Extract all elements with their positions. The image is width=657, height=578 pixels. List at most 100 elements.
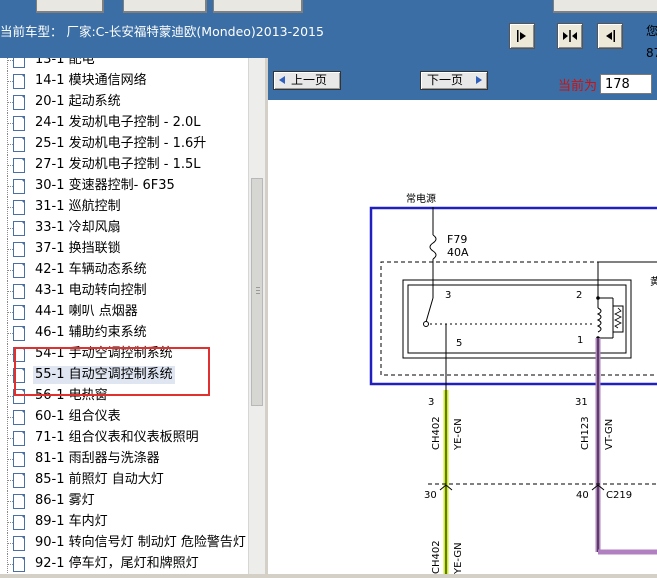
pin-1-label: 1 — [577, 335, 583, 346]
wire-left-code-2: CH402 — [431, 540, 442, 574]
document-icon — [13, 347, 25, 362]
tree-item[interactable]: 13-1 配电 — [0, 58, 248, 71]
document-icon — [13, 95, 25, 110]
tree-item-label: 85-1 前照灯 自动大灯 — [35, 472, 164, 487]
relay-box-inner — [407, 284, 627, 354]
tree-item[interactable]: 31-1 巡航控制 — [0, 197, 248, 218]
tree-item-label: 24-1 发动机电子控制 - 2.0L — [35, 115, 201, 130]
tree-item-label: 33-1 冷却风扇 — [35, 220, 121, 235]
arrow-left-icon — [606, 30, 615, 42]
tree-item-label: 71-1 组合仪表和仪表板照明 — [35, 430, 199, 445]
tree-item-label: 43-1 电动转向控制 — [35, 283, 147, 298]
prev-page-button[interactable]: 上一页 — [273, 71, 341, 90]
connector-right-pin: 40 — [576, 490, 589, 501]
wire-left-color: YE-GN — [453, 418, 464, 451]
tree-item-label: 27-1 发动机电子控制 - 1.5L — [35, 157, 201, 172]
document-icon — [13, 242, 25, 257]
tree-item[interactable]: 25-1 发动机电子控制 - 1.6升 — [0, 134, 248, 155]
document-icon — [13, 58, 25, 68]
document-icon — [13, 431, 25, 446]
tree-item[interactable]: 55-1 自动空调控制系统 — [0, 365, 248, 386]
tree-item[interactable]: 92-1 停车灯，尾灯和牌照灯 — [0, 554, 248, 574]
tree-item[interactable]: 14-1 模块通信网络 — [0, 71, 248, 92]
tree-item[interactable]: 85-1 前照灯 自动大灯 — [0, 470, 248, 491]
split-arrows-icon — [563, 30, 577, 42]
diagram-edge-char: 黄 — [650, 275, 657, 288]
tree-item[interactable]: 20-1 起动系统 — [0, 92, 248, 113]
document-icon — [13, 263, 25, 278]
current-page-input[interactable] — [600, 74, 652, 94]
tree-item-label: 54-1 手动空调控制系统 — [35, 346, 173, 361]
document-icon — [13, 221, 25, 236]
tree-item-label: 56-1 电热窗 — [35, 388, 108, 403]
tree-item[interactable]: 37-1 换挡联锁 — [0, 239, 248, 260]
wire-left-top-pin: 3 — [428, 397, 434, 408]
tree-item-label: 30-1 变速器控制- 6F35 — [35, 178, 175, 193]
next-page-button[interactable]: 下一页 — [420, 71, 488, 90]
document-icon — [13, 473, 25, 488]
tree-item-label: 37-1 换挡联锁 — [35, 241, 121, 256]
tree-item[interactable]: 44-1 喇叭 点烟器 — [0, 302, 248, 323]
tree-item[interactable]: 71-1 组合仪表和仪表板照明 — [0, 428, 248, 449]
layout-split-button[interactable] — [557, 23, 583, 49]
tree-item[interactable]: 46-1 辅助约束系统 — [0, 323, 248, 344]
tree-item[interactable]: 30-1 变速器控制- 6F35 — [0, 176, 248, 197]
toolbar-button-1[interactable] — [36, 0, 104, 13]
tree-item[interactable]: 90-1 转向信号灯 制动灯 危险警告灯 — [0, 533, 248, 554]
tree-item-label: 60-1 组合仪表 — [35, 409, 121, 424]
document-icon — [13, 557, 25, 572]
resistor — [612, 305, 624, 333]
prev-page-label: 上一页 — [291, 73, 328, 87]
tree-item[interactable]: 43-1 电动转向控制 — [0, 281, 248, 302]
top-toolbar: 当前车型： 厂家:C-长安福特蒙迪欧(Mondeo)2013-2015 您 87 — [0, 0, 657, 60]
tree-scrollbar-thumb[interactable] — [251, 178, 263, 406]
tree-item-label: 44-1 喇叭 点烟器 — [35, 304, 138, 319]
document-icon — [13, 116, 25, 131]
tree-item-label: 31-1 巡航控制 — [35, 199, 121, 214]
tree-item[interactable]: 56-1 电热窗 — [0, 386, 248, 407]
tree-item[interactable]: 89-1 车内灯 — [0, 512, 248, 533]
toolbar-button-3[interactable] — [213, 0, 303, 13]
tree-item[interactable]: 27-1 发动机电子控制 - 1.5L — [0, 155, 248, 176]
toolbar-button-4[interactable] — [553, 0, 657, 13]
tree-item-label: 42-1 车辆动态系统 — [35, 262, 147, 277]
document-icon — [13, 158, 25, 173]
tree-item[interactable]: 42-1 车辆动态系统 — [0, 260, 248, 281]
tree-item-label: 20-1 起动系统 — [35, 94, 121, 109]
toolbar-button-2[interactable] — [123, 0, 207, 13]
triangle-right-icon — [476, 76, 482, 84]
document-icon — [13, 305, 25, 320]
tree-item[interactable]: 86-1 雾灯 — [0, 491, 248, 512]
tree-scrollbar[interactable] — [248, 58, 266, 574]
connector-left-pin: 30 — [424, 490, 437, 501]
tree-item-label: 14-1 模块通信网络 — [35, 73, 147, 88]
wire-left-color-2: YE-GN — [453, 542, 464, 574]
tree-item-label: 92-1 停车灯，尾灯和牌照灯 — [35, 556, 199, 571]
document-icon — [13, 536, 25, 551]
viewer-toolbar: 上一页 下一页 当前为 — [268, 58, 657, 100]
wire-right-color: VT-GN — [604, 419, 615, 450]
chapter-tree: 13-1 配电 14-1 模块通信网络 20-1 起动系统 24-1 发动机电子控制 … — [0, 58, 248, 574]
tree-item[interactable]: 54-1 手动空调控制系统 — [0, 344, 248, 365]
tree-item-label: 13-1 配电 — [35, 58, 95, 67]
current-page-label: 当前为 — [558, 79, 598, 94]
next-page-label: 下一页 — [427, 73, 464, 87]
switch-pivot — [423, 321, 429, 327]
wire-right-top-pin: 31 — [575, 397, 588, 408]
wiring-diagram-canvas: 常电源 F79 40A 3 5 2 1 3 CH402 YE-GN 31 CH1… — [268, 100, 657, 575]
document-icon — [13, 284, 25, 299]
tree-item-label: 25-1 发动机电子控制 - 1.6升 — [35, 136, 207, 151]
document-icon — [13, 326, 25, 341]
wire-left-code: CH402 — [431, 416, 442, 450]
tree-item[interactable]: 81-1 雨刮器与洗涤器 — [0, 449, 248, 470]
tree-item[interactable]: 33-1 冷却风扇 — [0, 218, 248, 239]
document-icon — [13, 494, 25, 509]
layout-left-button[interactable] — [509, 23, 535, 49]
fuse-symbol — [429, 234, 437, 260]
layout-right-button[interactable] — [597, 23, 623, 49]
tree-item[interactable]: 24-1 发动机电子控制 - 2.0L — [0, 113, 248, 134]
tree-item[interactable]: 60-1 组合仪表 — [0, 407, 248, 428]
connector-name: C219 — [606, 490, 632, 501]
pin-2-label: 2 — [576, 290, 582, 301]
tree-item-label: 89-1 车内灯 — [35, 514, 108, 529]
